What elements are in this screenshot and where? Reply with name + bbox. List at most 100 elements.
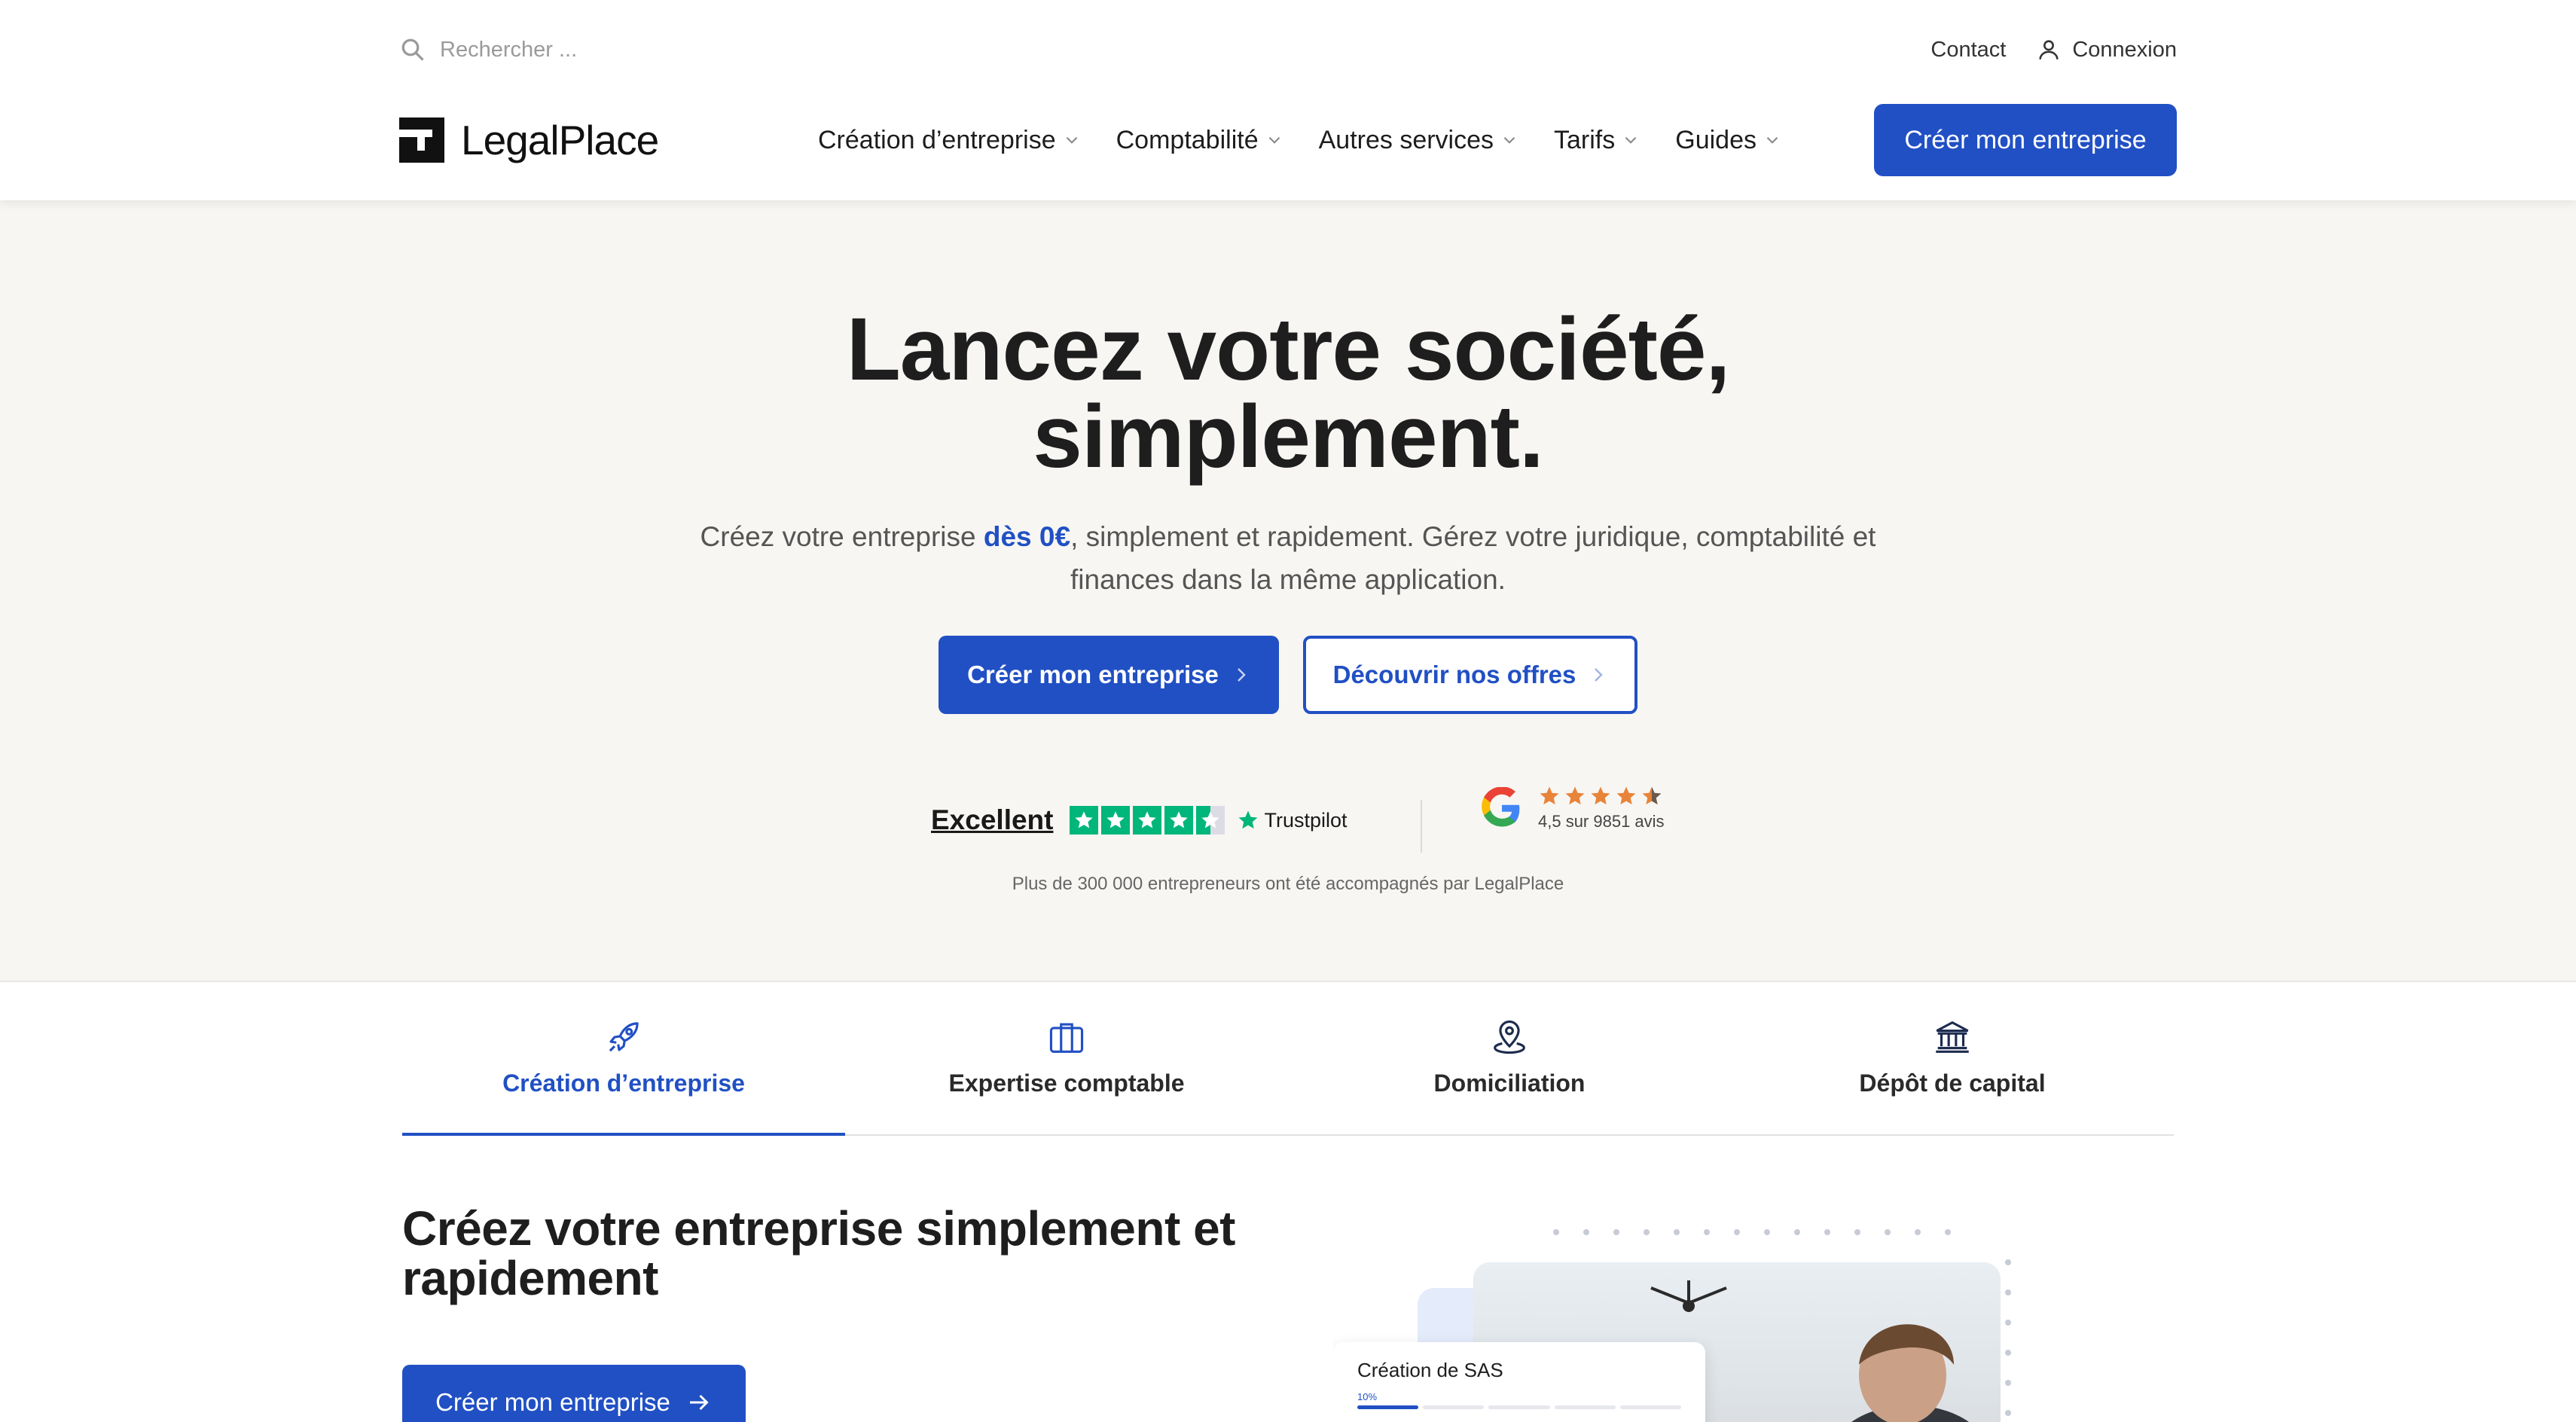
hero-subtitle-end: , simplement et rapidement. Gérez votre … bbox=[1070, 521, 1876, 595]
star-icon bbox=[1540, 786, 1559, 805]
section-create-company-button[interactable]: Créer mon entreprise bbox=[402, 1365, 746, 1422]
chevron-right-icon bbox=[1238, 668, 1246, 682]
hero-subtitle: Créez votre entreprise dès 0€, simplemen… bbox=[685, 515, 1891, 601]
trustpilot-star-icon bbox=[1238, 810, 1258, 829]
header-cta-button[interactable]: Créer mon entreprise bbox=[1874, 104, 2177, 176]
hero-section: Lancez votre société, simplement. Créez … bbox=[0, 200, 2576, 982]
illustration: Création de SAS 10% bbox=[1333, 1220, 2019, 1422]
google-logo-icon bbox=[1482, 787, 1520, 827]
nav-item-label: Autres services bbox=[1318, 125, 1494, 154]
chevron-down-icon bbox=[1766, 136, 1778, 144]
nav-item-label: Tarifs bbox=[1554, 125, 1616, 154]
create-company-button[interactable]: Créer mon entreprise bbox=[939, 636, 1279, 714]
search-input[interactable] bbox=[440, 37, 741, 63]
nav-item-creation[interactable]: Création d’entreprise bbox=[818, 126, 1082, 155]
hero-title-line1: Lancez votre société, bbox=[846, 300, 1731, 399]
progress-segment bbox=[1357, 1405, 1419, 1409]
chevron-down-icon bbox=[1066, 136, 1077, 144]
star-icon bbox=[1070, 806, 1099, 835]
briefcase-icon bbox=[1049, 1023, 1084, 1053]
logo-mark-icon bbox=[399, 117, 444, 163]
hero-buttons: Créer mon entreprise Découvrir nos offre… bbox=[0, 636, 2576, 714]
search-icon bbox=[401, 38, 424, 61]
tab-expertise-comptable[interactable]: Expertise comptable bbox=[845, 984, 1288, 1134]
hero-subtitle-start: Créez votre entreprise bbox=[700, 521, 984, 552]
google-reviews-widget[interactable]: 4,5 sur 9851 avis bbox=[1481, 785, 1665, 832]
customers-note: Plus de 300 000 entrepreneurs ont été ac… bbox=[1012, 874, 1564, 894]
contact-link[interactable]: Contact bbox=[1930, 38, 2006, 63]
card-title: Création de SAS bbox=[1357, 1359, 1503, 1381]
nav-item-label: Guides bbox=[1675, 125, 1757, 154]
arrow-right-icon bbox=[689, 1394, 709, 1411]
nav-item-autres-services[interactable]: Autres services bbox=[1319, 126, 1519, 155]
nav-menu: Création d’entreprise Comptabilité Autre… bbox=[818, 104, 1817, 176]
services-tabs: Création d’entreprise Expertise comptabl… bbox=[402, 984, 2174, 1136]
trustpilot-logo: Trustpilot bbox=[1237, 808, 1348, 832]
progress-segment bbox=[1488, 1405, 1550, 1409]
hero-title: Lancez votre société, simplement. bbox=[0, 305, 2576, 481]
bank-icon bbox=[1936, 1021, 1969, 1053]
contact-label: Contact bbox=[1930, 37, 2007, 62]
star-icon bbox=[1133, 806, 1162, 835]
chevron-down-icon bbox=[1268, 136, 1280, 144]
user-icon bbox=[2039, 40, 2059, 60]
price-highlight: dès 0€ bbox=[983, 521, 1071, 552]
tab-creation-entreprise[interactable]: Création d’entreprise bbox=[402, 984, 845, 1136]
lamp-image bbox=[1650, 1280, 1727, 1312]
nav-item-comptabilite[interactable]: Comptabilité bbox=[1116, 126, 1284, 155]
top-links: Contact Connexion bbox=[1930, 30, 2177, 69]
tab-label: Dépôt de capital bbox=[1859, 1070, 2046, 1097]
star-icon bbox=[1101, 806, 1131, 835]
trustpilot-rating-label: Excellent bbox=[931, 804, 1054, 835]
card-progress-label: 10% bbox=[1357, 1391, 1378, 1402]
person-image bbox=[1851, 1324, 1969, 1422]
tab-depot-capital[interactable]: Dépôt de capital bbox=[1731, 984, 2174, 1134]
nav-item-guides[interactable]: Guides bbox=[1675, 126, 1782, 155]
tab-domiciliation[interactable]: Domiciliation bbox=[1288, 984, 1731, 1134]
tab-label: Expertise comptable bbox=[948, 1070, 1185, 1097]
star-icon bbox=[1591, 786, 1610, 805]
progress-segment bbox=[1619, 1405, 1682, 1409]
progress-segment bbox=[1423, 1405, 1485, 1409]
rocket-icon bbox=[609, 1022, 639, 1052]
create-company-label: Créer mon entreprise bbox=[967, 661, 1219, 688]
section-title: Créez votre entreprise simplement et rap… bbox=[402, 1201, 1235, 1305]
half-star-icon bbox=[1642, 786, 1662, 805]
tab-label: Domiciliation bbox=[1433, 1070, 1586, 1097]
section-cta-label: Créer mon entreprise bbox=[435, 1388, 670, 1416]
google-stars bbox=[1538, 785, 1665, 807]
trustpilot-brand-text: Trustpilot bbox=[1264, 808, 1348, 832]
star-icon bbox=[1565, 786, 1585, 805]
login-label: Connexion bbox=[2072, 37, 2177, 62]
chevron-down-icon bbox=[1503, 136, 1515, 144]
site-header: Contact Connexion LegalPlace Création d’… bbox=[0, 0, 2576, 200]
main-nav: LegalPlace Création d’entreprise Comptab… bbox=[399, 104, 2177, 176]
logo-text: LegalPlace bbox=[461, 117, 659, 163]
hero-title-line2: simplement. bbox=[1033, 387, 1544, 487]
location-pin-icon bbox=[1494, 1020, 1525, 1054]
google-rating-text: 4,5 sur 9851 avis bbox=[1538, 812, 1665, 831]
ratings-row: Excellent Trustpilot 4,5 sur 9851 avis bbox=[926, 785, 1680, 868]
star-icon bbox=[1164, 806, 1194, 835]
trustpilot-stars bbox=[1070, 806, 1225, 835]
tab-label: Création d’entreprise bbox=[502, 1070, 745, 1097]
chevron-right-icon bbox=[1595, 668, 1604, 682]
progress-card: Création de SAS 10% bbox=[1333, 1342, 1705, 1422]
google-rating-info: 4,5 sur 9851 avis bbox=[1538, 785, 1665, 832]
progress-segment bbox=[1554, 1405, 1616, 1409]
nav-item-label: Comptabilité bbox=[1116, 125, 1259, 154]
nav-item-tarifs[interactable]: Tarifs bbox=[1554, 126, 1641, 155]
search-box[interactable] bbox=[399, 30, 741, 69]
login-link[interactable]: Connexion bbox=[2036, 37, 2177, 63]
ratings-divider bbox=[1421, 800, 1422, 853]
top-bar: Contact Connexion bbox=[399, 30, 2177, 69]
chevron-down-icon bbox=[1625, 136, 1637, 144]
discover-offers-label: Découvrir nos offres bbox=[1332, 661, 1576, 688]
trustpilot-widget[interactable]: Excellent Trustpilot bbox=[931, 804, 1348, 836]
card-progress-bar bbox=[1357, 1405, 1682, 1409]
discover-offers-button[interactable]: Découvrir nos offres bbox=[1303, 636, 1637, 714]
half-star-icon bbox=[1196, 806, 1225, 835]
logo[interactable]: LegalPlace bbox=[399, 116, 659, 164]
star-icon bbox=[1616, 786, 1636, 805]
nav-item-label: Création d’entreprise bbox=[818, 125, 1056, 154]
